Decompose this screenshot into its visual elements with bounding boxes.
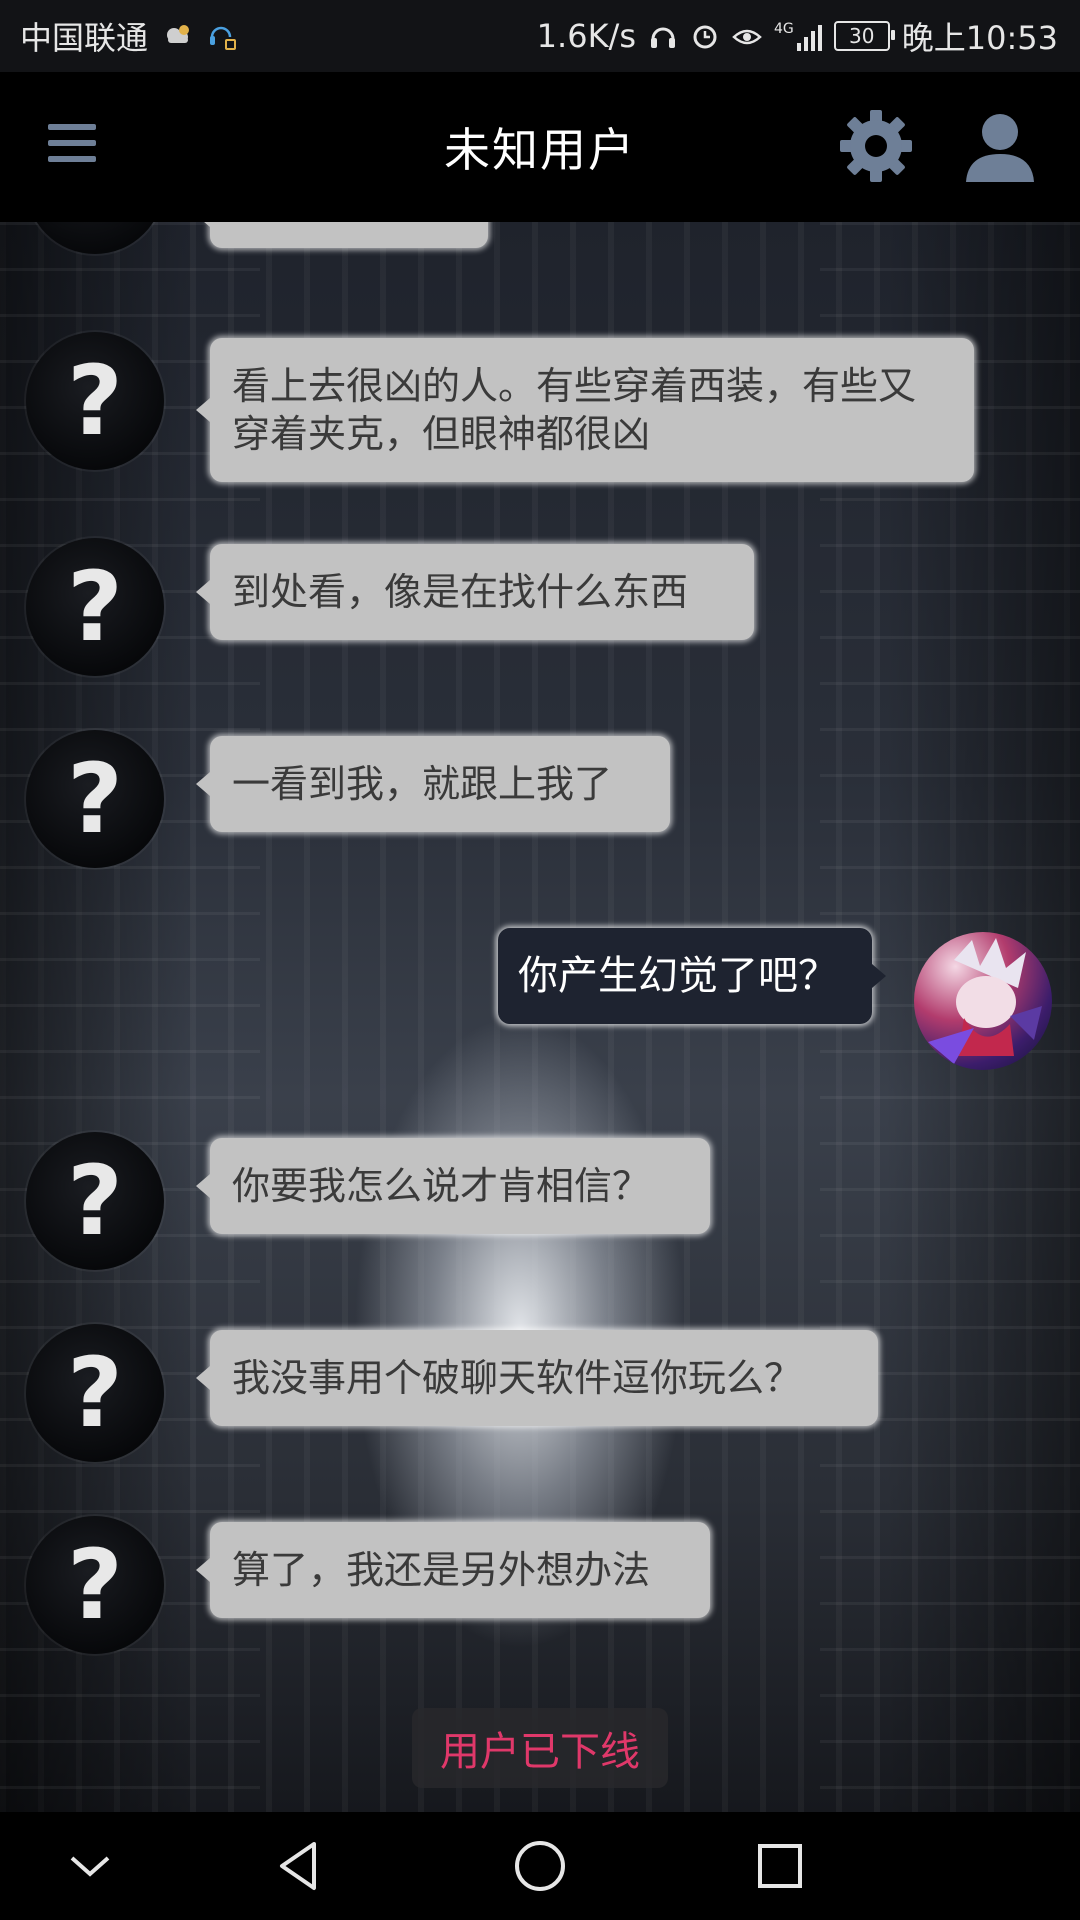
message-bubble: 算了，我还是另外想办法 <box>196 1522 710 1618</box>
signal-indicator: 4G <box>774 21 822 51</box>
character-portrait-icon <box>928 938 1042 1064</box>
message-bubble-own: 你产生幻觉了吧？ <box>498 928 886 1024</box>
unknown-user-avatar: ? <box>26 538 164 676</box>
unknown-user-avatar: ? <box>26 1324 164 1462</box>
user-icon[interactable] <box>962 108 1038 188</box>
message-bubble-partial <box>196 222 488 248</box>
headset-notification-icon <box>210 26 237 50</box>
alarm-icon <box>693 25 717 49</box>
message-bubble: 看上去很凶的人。有些穿着西装，有些又穿着夹克，但眼神都很凶 <box>196 338 974 482</box>
back-triangle-icon[interactable] <box>270 1836 330 1896</box>
user-offline-toast: 用户已下线 <box>412 1708 668 1788</box>
system-navigation-bar <box>0 1812 1080 1920</box>
status-bar: 中国联通 1.6K/s 4G 30 晚上10:53 <box>0 0 1080 72</box>
recents-square-icon[interactable] <box>750 1836 810 1896</box>
carrier-label: 中国联通 <box>20 19 149 57</box>
unknown-user-avatar: ? <box>26 332 164 470</box>
eye-comfort-icon <box>732 29 762 45</box>
network-speed: 1.6K/s <box>536 17 636 55</box>
message-bubble: 你要我怎么说才肯相信？ <box>196 1138 710 1234</box>
message-bubble: 一看到我，就跟上我了 <box>196 736 670 832</box>
chat-area[interactable]: ? ? 看上去很凶的人。有些穿着西装，有些又穿着夹克，但眼神都很凶 ? 到处看，… <box>0 222 1080 1812</box>
battery-indicator: 30 <box>833 21 895 51</box>
unknown-user-avatar: ? <box>26 1132 164 1270</box>
page-title: 未知用户 <box>444 123 636 177</box>
app-bar: 未知用户 <box>0 72 1080 222</box>
menu-icon[interactable] <box>48 124 96 164</box>
gear-icon[interactable] <box>838 108 914 184</box>
message-bubble: 到处看，像是在找什么东西 <box>196 544 754 640</box>
unknown-user-avatar: ? <box>26 730 164 868</box>
own-avatar <box>914 932 1052 1070</box>
headphones-icon <box>651 27 675 48</box>
clock: 晚上10:53 <box>901 19 1058 57</box>
message-bubble: 我没事用个破聊天软件逗你玩么？ <box>196 1330 878 1426</box>
weather-icon <box>167 25 190 43</box>
unknown-user-avatar: ? <box>26 1516 164 1654</box>
home-circle-icon[interactable] <box>510 1836 570 1896</box>
hide-nav-chevron-icon[interactable] <box>60 1836 120 1896</box>
